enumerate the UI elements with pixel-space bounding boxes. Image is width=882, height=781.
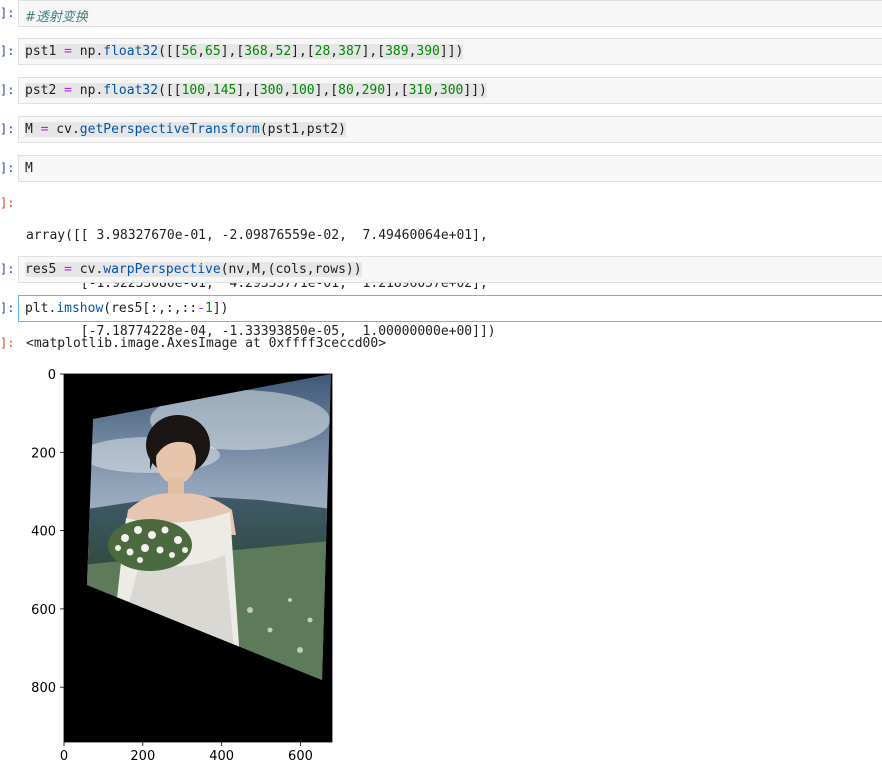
y-tick-label: 800 xyxy=(31,681,56,696)
cell-prompt: ]: xyxy=(0,44,15,58)
x-tick-label: 200 xyxy=(130,749,155,764)
y-tick-label: 0 xyxy=(48,368,56,383)
code-text: pst2 = np.float32([[100,145],[300,100],[… xyxy=(25,83,487,98)
code-text: pst1 = np.float32([[56,65],[368,52],[28,… xyxy=(25,44,464,59)
code-input[interactable]: pst1 = np.float32([[56,65],[368,52],[28,… xyxy=(18,38,882,65)
y-tick-label: 400 xyxy=(31,525,56,540)
cell-prompt: ]: xyxy=(0,301,15,315)
output-prompt: ]: xyxy=(0,336,15,350)
x-tick-label: 0 xyxy=(60,749,68,764)
y-axis: 0 200 400 600 800 xyxy=(31,368,64,696)
code-input[interactable]: #透射变换 xyxy=(18,0,882,27)
cell-prompt: ]: xyxy=(0,6,15,20)
code-input[interactable]: M xyxy=(18,155,882,182)
y-tick-label: 200 xyxy=(31,446,56,461)
cell-prompt: ]: xyxy=(0,262,15,276)
code-text: res5 = cv.warpPerspective(nv,M,(cols,row… xyxy=(25,262,362,277)
cell-prompt: ]: xyxy=(0,122,15,136)
matplotlib-figure: 0 200 400 600 800 0 200 400 600 xyxy=(31,368,333,764)
code-text: #透射变换 xyxy=(25,10,88,25)
output-prompt: ]: xyxy=(0,196,15,210)
code-text: M = cv.getPerspectiveTransform(pst1,pst2… xyxy=(25,122,346,137)
code-text: M xyxy=(25,161,33,176)
code-input-active[interactable]: plt.imshow(res5[:,:,::-1]) xyxy=(18,295,882,322)
matrix-line: array([[ 3.98327670e-01, -2.09876559e-02… xyxy=(26,228,488,243)
x-tick-label: 600 xyxy=(288,749,313,764)
cell-prompt: ]: xyxy=(0,83,15,97)
code-input[interactable]: res5 = cv.warpPerspective(nv,M,(cols,row… xyxy=(18,256,882,283)
x-tick-label: 400 xyxy=(209,749,234,764)
code-text: plt.imshow(res5[:,:,::-1]) xyxy=(25,301,229,316)
x-axis: 0 200 400 600 xyxy=(60,742,313,764)
code-input[interactable]: M = cv.getPerspectiveTransform(pst1,pst2… xyxy=(18,116,882,143)
imshow-repr: <matplotlib.image.AxesImage at 0xffff3ce… xyxy=(26,336,387,351)
code-input[interactable]: pst2 = np.float32([[100,145],[300,100],[… xyxy=(18,77,882,104)
cell-prompt: ]: xyxy=(0,161,15,175)
y-tick-label: 600 xyxy=(31,603,56,618)
